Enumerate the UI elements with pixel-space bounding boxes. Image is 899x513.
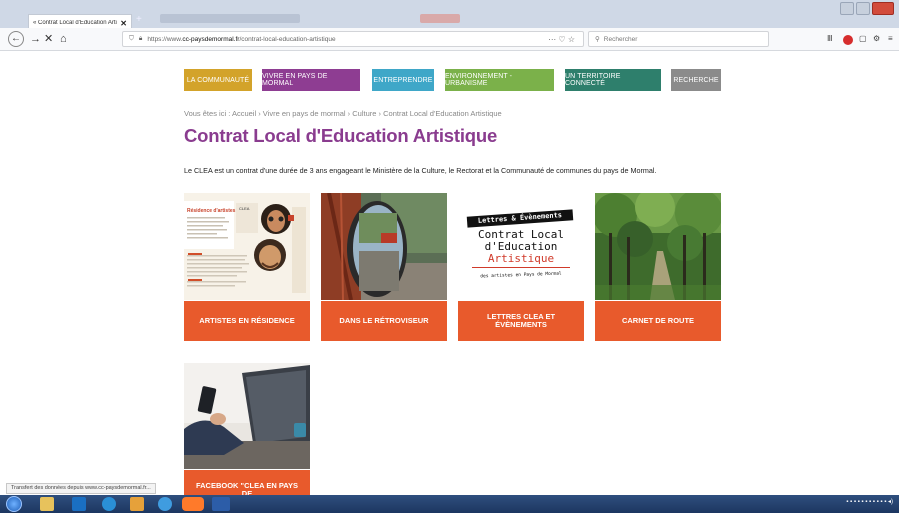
page-title: Contrat Local d'Education Artistique bbox=[184, 125, 498, 146]
search-icon: ⚲ bbox=[595, 36, 600, 43]
mirror-photo bbox=[321, 193, 447, 300]
ie-icon[interactable] bbox=[102, 497, 116, 511]
home-icon[interactable]: ⌂ bbox=[60, 32, 67, 46]
forward-button[interactable]: → bbox=[30, 32, 41, 46]
extension-icon[interactable]: ⚙ bbox=[873, 34, 880, 43]
lock-icon: 🔒︎ bbox=[138, 35, 143, 42]
menu-item-recherche[interactable]: Recherche bbox=[671, 69, 721, 91]
menu-icon[interactable]: ≡ bbox=[888, 34, 893, 43]
menu-item-environnement-urbanisme[interactable]: Environnement - Urbanisme bbox=[445, 69, 554, 91]
poster-rule bbox=[472, 267, 570, 268]
card-image-carnet-de-route[interactable] bbox=[595, 193, 721, 300]
tab-active[interactable]: « Contrat Local d'Education Artis ✕ bbox=[28, 14, 132, 28]
forest-photo bbox=[595, 193, 721, 300]
start-button[interactable] bbox=[6, 496, 22, 512]
edge-icon[interactable] bbox=[158, 497, 172, 511]
poster-banner: Lettres & Évènements bbox=[466, 209, 574, 228]
shield-icon: ⛉ bbox=[129, 35, 134, 42]
screen: « Contrat Local d'Education Artis ✕ + ← … bbox=[0, 0, 899, 513]
laptop-photo bbox=[184, 363, 310, 469]
search-input[interactable]: ⚲ Rechercher bbox=[588, 31, 769, 47]
maximize-button[interactable] bbox=[856, 2, 870, 15]
system-tray-icons[interactable]: ▪ ▪ ▪ ▪ ▪ ▪ ▪ ▪ ▪ ▪ ▪ ◂) bbox=[846, 498, 893, 505]
menu-item-la-communaute[interactable]: La Communauté bbox=[184, 69, 252, 91]
blurred-tab-area bbox=[420, 14, 460, 23]
brochure-image: Résidence d'artistes CLEA bbox=[184, 193, 310, 300]
card-image-artistes[interactable]: Résidence d'artistes CLEA bbox=[184, 193, 310, 300]
url-text: https://www.cc-paysdemormal.fr/contrat-l… bbox=[147, 35, 336, 43]
url-bar[interactable]: ⛉ 🔒︎ https://www.cc-paysdemormal.fr/cont… bbox=[122, 31, 584, 47]
card-button-carnet-de-route[interactable]: Carnet de route bbox=[595, 301, 721, 341]
library-icon[interactable]: Ⅲ bbox=[827, 34, 833, 43]
minimize-button[interactable] bbox=[840, 2, 854, 15]
folder-icon[interactable] bbox=[40, 497, 54, 511]
adblock-icon[interactable] bbox=[843, 35, 853, 45]
back-button[interactable]: ← bbox=[8, 31, 24, 47]
menu-item-entreprendre[interactable]: Entreprendre bbox=[372, 69, 434, 91]
container-icon[interactable]: ▢ bbox=[859, 34, 867, 43]
page-actions-icon[interactable]: ··· ♡ ☆ bbox=[548, 35, 575, 44]
menu-item-un-territoire-connecte[interactable]: Un Territoire Connecté bbox=[565, 69, 661, 91]
status-bar: Transfert des données depuis www.cc-pays… bbox=[6, 483, 156, 494]
breadcrumb[interactable]: Vous êtes ici : Accueil › Vivre en pays … bbox=[184, 109, 502, 118]
window-close-button[interactable] bbox=[872, 2, 894, 15]
media-icon[interactable] bbox=[130, 497, 144, 511]
close-icon[interactable]: ✕ bbox=[120, 19, 127, 28]
card-image-facebook[interactable] bbox=[184, 363, 310, 469]
brochure-tag: CLEA bbox=[239, 206, 250, 211]
browser-navbar: ← → ✕ ⌂ ⛉ 🔒︎ https://www.cc-paysdemormal… bbox=[0, 28, 899, 51]
outlook-icon[interactable] bbox=[72, 497, 86, 511]
card-button-lettres-clea[interactable]: Lettres CLEA et évènements bbox=[458, 301, 584, 341]
card-button-artistes-en-residence[interactable]: Artistes en résidence bbox=[184, 301, 310, 341]
browser-tab-strip: « Contrat Local d'Education Artis ✕ + bbox=[0, 0, 899, 28]
poster-caption: des artistes en Pays de Mormal bbox=[480, 271, 562, 280]
firefox-icon[interactable] bbox=[182, 497, 204, 511]
word-icon[interactable] bbox=[212, 497, 230, 511]
blurred-tab-area bbox=[160, 14, 300, 23]
card-button-dans-le-retroviseur[interactable]: Dans le rétroviseur bbox=[321, 301, 447, 341]
search-placeholder: Rechercher bbox=[603, 35, 638, 43]
card-button-facebook[interactable]: Facebook "CLEA en pays de bbox=[184, 470, 310, 498]
card-image-retroviseur[interactable] bbox=[321, 193, 447, 300]
menu-item-vivre-en-pays-de-mormal[interactable]: Vivre en Pays de Mormal bbox=[262, 69, 360, 91]
stop-button[interactable]: ✕ bbox=[44, 32, 53, 46]
os-taskbar: ▪ ▪ ▪ ▪ ▪ ▪ ▪ ▪ ▪ ▪ ▪ ◂) bbox=[0, 495, 899, 513]
card-image-lettres-clea[interactable]: Lettres & Évènements Contrat Local d'Edu… bbox=[458, 193, 584, 300]
brochure-heading: Résidence d'artistes bbox=[187, 208, 236, 214]
poster-line-3: Artistique bbox=[487, 252, 555, 265]
intro-text: Le CLEA est un contrat d'une durée de 3 … bbox=[184, 166, 657, 175]
tab-title: « Contrat Local d'Education Artis bbox=[33, 20, 118, 26]
new-tab-button[interactable]: + bbox=[136, 14, 142, 25]
